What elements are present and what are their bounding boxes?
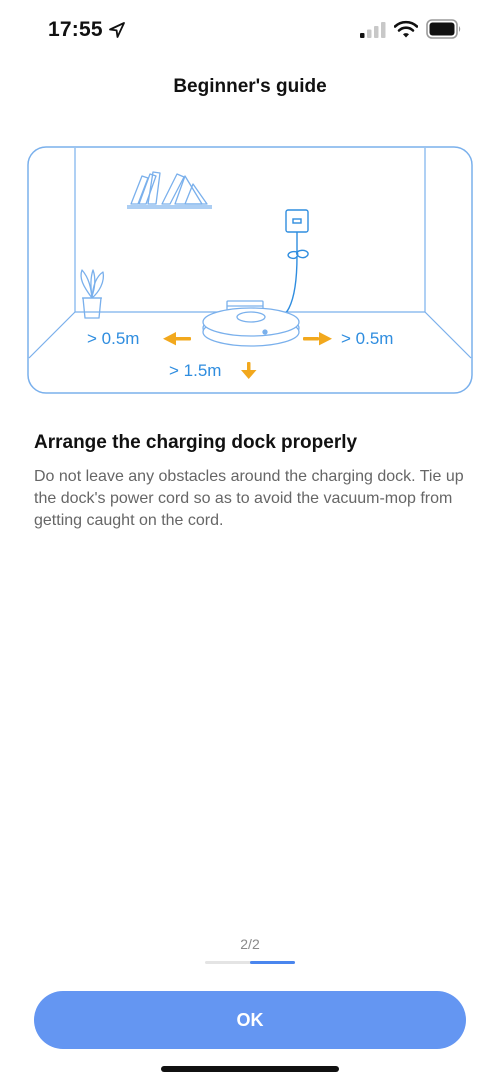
charging-dock-illustration: > 0.5m > 0.5m > 1.5m: [27, 146, 473, 394]
wifi-icon: [394, 20, 418, 38]
page-progress-track: [205, 961, 295, 964]
page-progress-fill: [250, 961, 295, 964]
left-clearance-label: > 0.5m: [87, 329, 139, 348]
ok-button[interactable]: OK: [34, 991, 466, 1049]
front-clearance-label: > 1.5m: [169, 361, 221, 380]
section-heading: Arrange the charging dock properly: [34, 432, 358, 453]
status-bar: 17:55: [0, 0, 500, 60]
home-indicator: [161, 1066, 339, 1072]
cellular-signal-icon: [360, 22, 386, 38]
page-title: Beginner's guide: [173, 76, 327, 97]
battery-icon: [426, 19, 461, 39]
page-indicator: 2/2: [240, 936, 260, 952]
right-clearance-label: > 0.5m: [341, 329, 393, 348]
section-description: Do not leave any obstacles around the ch…: [34, 468, 464, 529]
status-time: 17:55: [48, 18, 103, 41]
location-arrow-icon: [109, 22, 125, 38]
